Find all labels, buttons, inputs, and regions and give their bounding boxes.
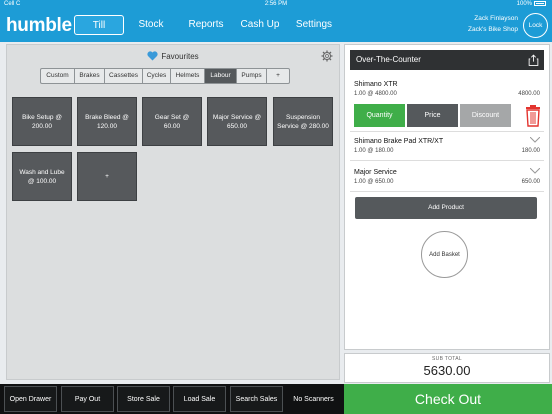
category-custom[interactable]: Custom xyxy=(40,68,74,84)
item-total: 4800.00 xyxy=(518,91,540,97)
sale-line-item[interactable]: Major Service 1.00 @ 650.00 650.00 xyxy=(350,166,544,192)
favourite-tile-gear-set[interactable]: Gear Set @ 60.00 xyxy=(142,97,202,146)
category-cycles[interactable]: Cycles xyxy=(142,68,170,84)
favourite-tile-major-service[interactable]: Major Service @ 650.00 xyxy=(207,97,267,146)
quantity-button[interactable]: Quantity xyxy=(354,104,405,127)
price-button[interactable]: Price xyxy=(407,104,458,127)
top-nav: humble Till Stock Reports Cash Up Settin… xyxy=(0,9,552,42)
store-sale-button[interactable]: Store Sale xyxy=(117,386,170,412)
open-drawer-button[interactable]: Open Drawer xyxy=(4,386,57,412)
sale-line-item[interactable]: Shimano Brake Pad XTR/XT 1.00 @ 180.00 1… xyxy=(350,135,544,161)
gear-icon[interactable] xyxy=(321,50,333,62)
tab-cash-up[interactable]: Cash Up xyxy=(238,15,282,35)
shop-name: Zack's Bike Shop xyxy=(467,26,518,33)
favourites-header: Favourites xyxy=(7,51,339,61)
sale-panel: Over-The-Counter Shimano XTR 1.00 @ 4800… xyxy=(344,44,550,350)
category-pumps[interactable]: Pumps xyxy=(236,68,266,84)
add-favourite-tile[interactable]: + xyxy=(77,152,137,201)
tab-stock[interactable]: Stock xyxy=(131,15,171,35)
bottom-toolbar: Open Drawer Pay Out Store Sale Load Sale… xyxy=(0,384,344,414)
tab-reports[interactable]: Reports xyxy=(184,15,228,35)
clock: 2:56 PM xyxy=(264,1,288,7)
favourite-tile-brake-bleed[interactable]: Brake Bleed @ 120.00 xyxy=(77,97,137,146)
favourite-tile-suspension-service[interactable]: Suspension Service @ 280.00 xyxy=(273,97,333,146)
discount-button[interactable]: Discount xyxy=(460,104,511,127)
category-add[interactable]: + xyxy=(266,68,290,84)
favourites-title: Favourites xyxy=(161,52,199,61)
pay-out-button[interactable]: Pay Out xyxy=(61,386,114,412)
battery-icon xyxy=(534,0,546,6)
tab-settings[interactable]: Settings xyxy=(292,15,336,35)
category-helmets[interactable]: Helmets xyxy=(170,68,204,84)
favourite-tile-bike-setup[interactable]: Bike Setup @ 200.00 xyxy=(12,97,72,146)
item-total: 650.00 xyxy=(521,179,540,185)
user-name: Zack Finlayson xyxy=(474,15,518,22)
battery-percent: 100% xyxy=(516,1,532,7)
app-logo: humble xyxy=(6,15,72,36)
load-sale-button[interactable]: Load Sale xyxy=(173,386,226,412)
favourite-tile-wash-and-lube[interactable]: Wash and Lube @ 100.00 xyxy=(12,152,72,201)
sale-header: Over-The-Counter xyxy=(350,50,544,70)
search-sales-button[interactable]: Search Sales xyxy=(230,386,283,412)
favourites-panel: Favourites Custom Brakes Cassettes Cycle… xyxy=(6,44,340,380)
subtotal-label: SUB TOTAL xyxy=(432,356,462,362)
item-quantity-price: 1.00 @ 650.00 xyxy=(354,179,394,185)
item-name: Shimano XTR xyxy=(354,81,398,88)
chevron-down-icon xyxy=(530,168,540,174)
battery-status: 100% xyxy=(517,0,546,9)
item-name: Shimano Brake Pad XTR/XT xyxy=(354,138,444,145)
item-name: Major Service xyxy=(354,169,397,176)
category-brakes[interactable]: Brakes xyxy=(74,68,104,84)
check-out-button[interactable]: Check Out xyxy=(344,384,552,414)
trash-icon[interactable] xyxy=(524,104,542,127)
share-icon[interactable] xyxy=(528,54,539,66)
tab-till[interactable]: Till xyxy=(74,15,124,35)
add-product-button[interactable]: Add Product xyxy=(355,197,537,219)
chevron-down-icon xyxy=(530,137,540,143)
item-total: 180.00 xyxy=(521,148,540,154)
sale-title: Over-The-Counter xyxy=(356,55,421,64)
heart-icon xyxy=(147,51,158,61)
category-labour[interactable]: Labour xyxy=(204,68,236,84)
no-scanners-status[interactable]: No Scanners xyxy=(287,386,340,412)
subtotal-value: 5630.00 xyxy=(423,363,471,378)
item-quantity-price: 1.00 @ 4800.00 xyxy=(354,91,397,97)
user-info[interactable]: Zack Finlayson Zack's Bike Shop xyxy=(468,13,518,35)
lock-button[interactable]: Lock xyxy=(523,13,548,38)
item-quantity-price: 1.00 @ 180.00 xyxy=(354,148,394,154)
status-bar: Cell C 2:56 PM 100% xyxy=(0,0,552,9)
subtotal-box: SUB TOTAL 5630.00 xyxy=(344,353,550,383)
category-cassettes[interactable]: Cassettes xyxy=(104,68,142,84)
add-basket-button[interactable]: Add Basket xyxy=(421,231,468,278)
category-tabs: Custom Brakes Cassettes Cycles Helmets L… xyxy=(40,68,290,84)
